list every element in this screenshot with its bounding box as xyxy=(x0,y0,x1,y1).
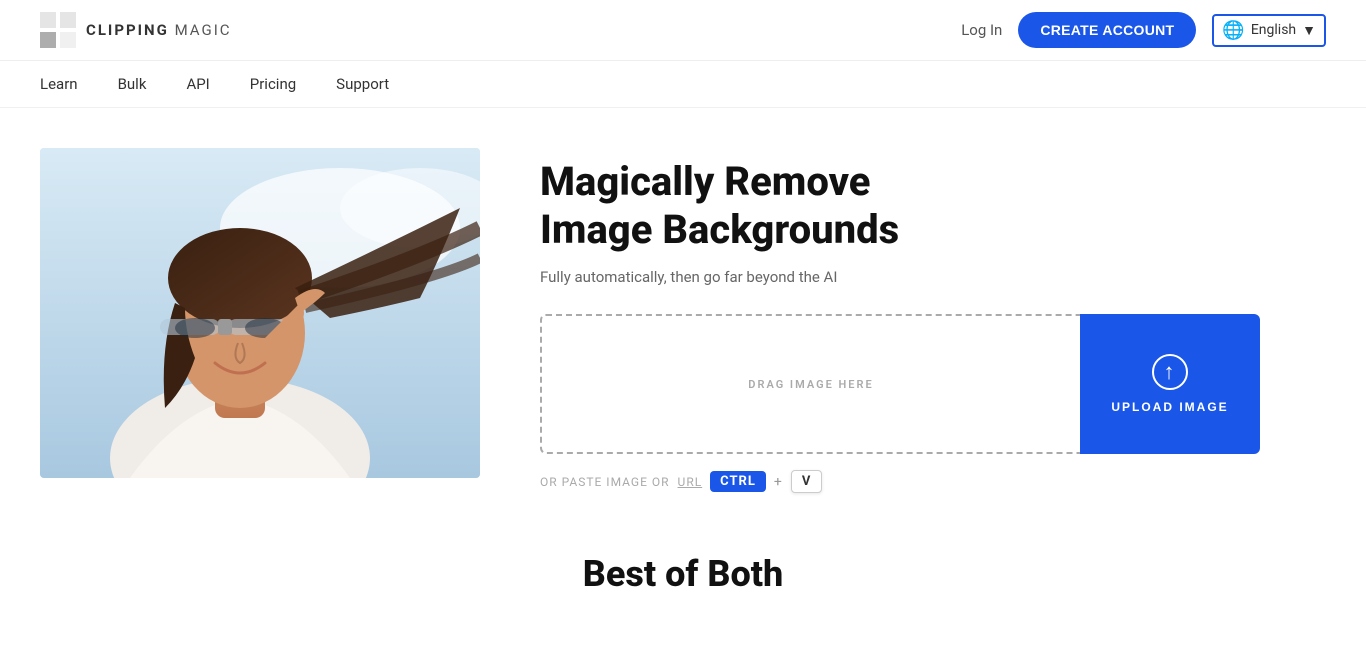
main-nav: Learn Bulk API Pricing Support xyxy=(0,61,1366,108)
v-key: V xyxy=(791,470,823,493)
hero-title: Magically Remove Image Backgrounds xyxy=(540,158,1260,254)
upload-button-label: UPLOAD IMAGE xyxy=(1111,400,1228,414)
ctrl-key: CTRL xyxy=(710,471,766,492)
upload-arrow-icon: ↑ xyxy=(1152,354,1188,390)
nav-item-bulk[interactable]: Bulk xyxy=(118,75,147,93)
chevron-down-icon: ▼ xyxy=(1302,22,1316,39)
logo-icon xyxy=(40,12,76,48)
language-selector[interactable]: 🌐 English ▼ xyxy=(1212,14,1326,47)
drag-drop-zone[interactable]: DRAG IMAGE HERE xyxy=(540,314,1080,454)
hero-image-container xyxy=(40,148,480,478)
upload-area: DRAG IMAGE HERE ↑ UPLOAD IMAGE xyxy=(540,314,1260,454)
header-actions: Log In CREATE ACCOUNT 🌐 English ▼ xyxy=(961,12,1326,48)
plus-sign: + xyxy=(774,474,783,490)
language-label: English xyxy=(1251,22,1296,38)
nav-item-api[interactable]: API xyxy=(186,75,209,93)
best-of-both-title: Best of Both xyxy=(40,553,1326,595)
nav-item-support[interactable]: Support xyxy=(336,75,389,93)
nav-item-pricing[interactable]: Pricing xyxy=(250,75,296,93)
hero-image xyxy=(40,148,480,478)
upload-image-button[interactable]: ↑ UPLOAD IMAGE xyxy=(1080,314,1260,454)
hero-section: Magically Remove Image Backgrounds Fully… xyxy=(0,108,1300,523)
login-link[interactable]: Log In xyxy=(961,21,1002,39)
hero-content: Magically Remove Image Backgrounds Fully… xyxy=(540,148,1260,493)
create-account-button[interactable]: CREATE ACCOUNT xyxy=(1018,12,1196,48)
nav-item-learn[interactable]: Learn xyxy=(40,75,78,93)
logo[interactable]: CLIPPING MAGIC xyxy=(40,12,232,48)
url-link[interactable]: URL xyxy=(678,475,703,489)
paste-hint: OR PASTE IMAGE OR URL CTRL + V xyxy=(540,470,1260,493)
logo-text: CLIPPING MAGIC xyxy=(86,21,232,39)
globe-icon: 🌐 xyxy=(1222,20,1244,41)
hero-subtitle: Fully automatically, then go far beyond … xyxy=(540,268,1260,286)
paste-hint-text: OR PASTE IMAGE OR xyxy=(540,475,670,489)
best-of-both-section: Best of Both xyxy=(0,523,1366,615)
site-header: CLIPPING MAGIC Log In CREATE ACCOUNT 🌐 E… xyxy=(0,0,1366,61)
